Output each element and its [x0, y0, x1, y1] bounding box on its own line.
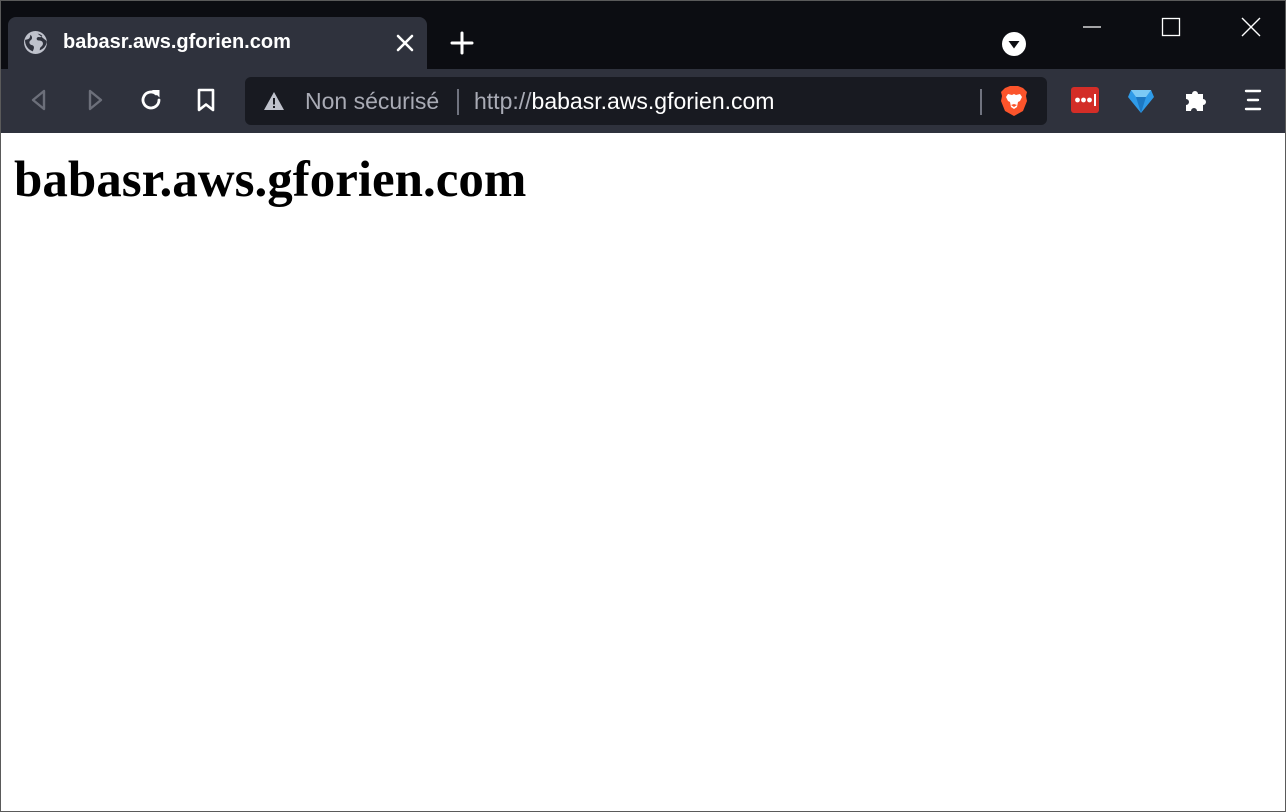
- url-host: babasr.aws.gforien.com: [531, 88, 775, 114]
- divider: [980, 89, 982, 115]
- navigation-toolbar: Non sécurisé http://babasr.aws.gforien.c…: [1, 69, 1285, 133]
- new-tab-icon[interactable]: [449, 30, 475, 56]
- globe-icon: [24, 31, 47, 54]
- forward-arrow-icon[interactable]: [80, 85, 110, 115]
- browser-window: babasr.aws.gforien.com Non sécurisé http…: [0, 0, 1286, 812]
- tab-search-dropdown-icon[interactable]: [1000, 30, 1028, 58]
- security-status[interactable]: Non sécurisé: [305, 88, 439, 115]
- warning-icon[interactable]: [263, 90, 285, 112]
- tab-strip: babasr.aws.gforien.com: [1, 1, 1285, 69]
- address-bar[interactable]: Non sécurisé http://babasr.aws.gforien.c…: [245, 77, 1047, 125]
- maximize-icon[interactable]: [1157, 13, 1185, 41]
- bookmark-icon[interactable]: [191, 85, 221, 115]
- puzzle-icon[interactable]: [1182, 85, 1212, 115]
- close-tab-icon[interactable]: [394, 32, 416, 54]
- reload-icon[interactable]: [136, 85, 166, 115]
- gem-icon[interactable]: [1126, 85, 1156, 115]
- page-heading: babasr.aws.gforien.com: [14, 152, 527, 208]
- brave-lion-icon[interactable]: [999, 85, 1029, 117]
- lastpass-icon[interactable]: [1070, 85, 1100, 115]
- url-text[interactable]: http://babasr.aws.gforien.com: [474, 88, 774, 115]
- divider: [457, 89, 459, 115]
- minimize-icon[interactable]: [1078, 13, 1106, 41]
- window-close-icon[interactable]: [1237, 13, 1265, 41]
- active-tab[interactable]: babasr.aws.gforien.com: [8, 17, 427, 69]
- menu-icon[interactable]: [1238, 85, 1268, 115]
- back-arrow-icon[interactable]: [24, 85, 54, 115]
- tab-title: babasr.aws.gforien.com: [63, 31, 291, 53]
- url-scheme: http://: [474, 88, 532, 114]
- page-content: babasr.aws.gforien.com: [1, 133, 1285, 811]
